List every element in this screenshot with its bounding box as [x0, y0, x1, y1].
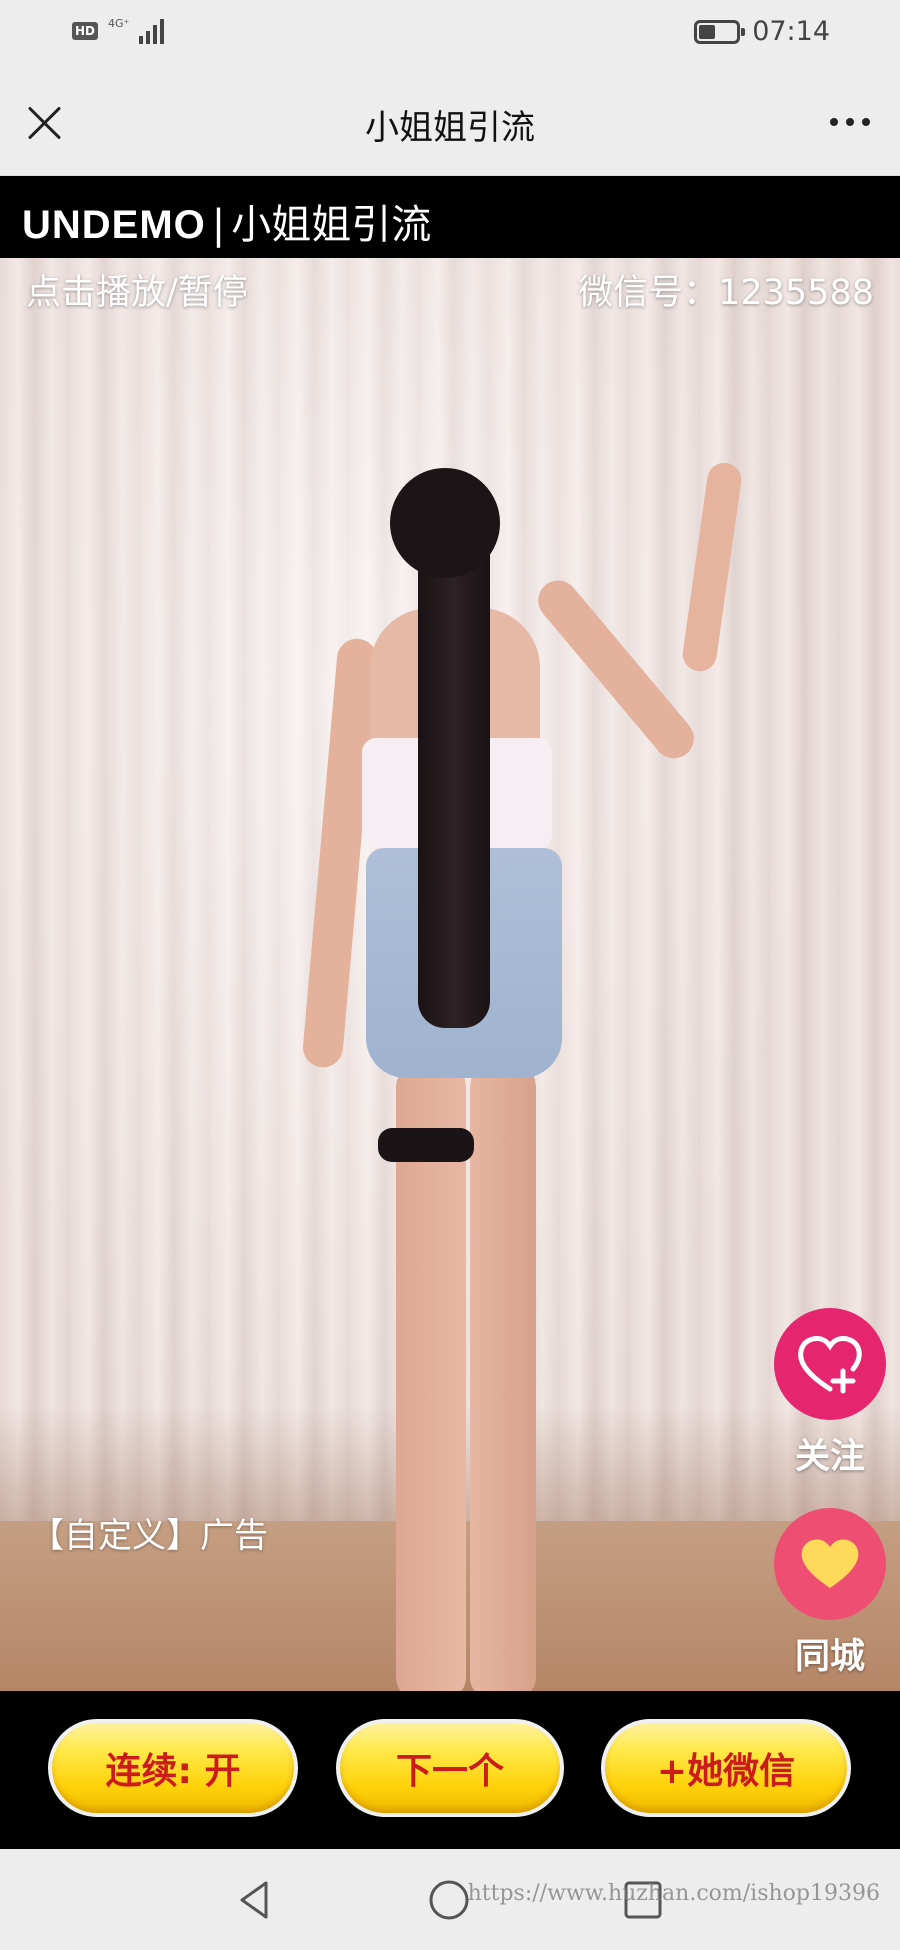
heart-icon — [774, 1508, 886, 1620]
battery-fill — [699, 24, 716, 39]
subject-garter — [378, 1128, 474, 1162]
city-button[interactable]: 同城 — [770, 1508, 890, 1679]
add-wechat-button[interactable]: +她微信 — [601, 1719, 851, 1817]
follow-button[interactable]: 关注 — [770, 1308, 890, 1479]
back-triangle-icon[interactable] — [232, 1877, 278, 1923]
more-icon[interactable] — [830, 118, 870, 126]
city-label: 同城 — [794, 1637, 865, 1677]
follow-label: 关注 — [794, 1437, 865, 1477]
more-dot — [846, 118, 854, 126]
video-player[interactable]: 点击播放/暂停 微信号：1235588 【自定义】广告 关注 同城 — [0, 258, 900, 1691]
custom-ad-label[interactable]: 【自定义】广告 — [30, 1508, 268, 1557]
signal-bar — [139, 36, 144, 44]
signal-bar — [160, 19, 165, 44]
clock: 07:14 — [752, 16, 830, 47]
brand-header: UNDEMO | 小姐姐引流 — [22, 192, 431, 250]
brand-logo: UNDEMO — [22, 203, 206, 247]
status-right: 07:14 — [694, 16, 830, 47]
network-label: 4G⁺ — [108, 16, 130, 30]
system-nav-bar: https://www.huzhan.com/ishop19396 — [0, 1849, 900, 1950]
subject-hair-bun — [390, 468, 500, 578]
heart-plus-icon — [774, 1308, 886, 1420]
autoplay-toggle-button[interactable]: 连续: 开 — [48, 1719, 298, 1817]
subject-leg — [470, 1058, 536, 1691]
battery-icon — [694, 19, 746, 44]
brand-separator: | — [211, 202, 226, 248]
signal-icon — [139, 18, 165, 44]
brand-subtitle: 小姐姐引流 — [231, 202, 432, 248]
nav-bar: 小姐姐引流 — [0, 68, 900, 176]
page-title: 小姐姐引流 — [365, 108, 535, 148]
play-pause-hint[interactable]: 点击播放/暂停 — [26, 264, 248, 315]
hd-badge: HD — [72, 22, 99, 40]
watermark: https://www.huzhan.com/ishop19396 — [467, 1881, 880, 1906]
more-dot — [830, 118, 838, 126]
brand-band: UNDEMO | 小姐姐引流 — [0, 176, 900, 258]
app-screen: HD 4G⁺ 07:14 小姐姐引流 UNDEMO | 小姐姐引流 点击播放/暂… — [0, 0, 900, 1950]
signal-bar — [153, 25, 158, 44]
status-bar: HD 4G⁺ 07:14 — [0, 0, 900, 68]
next-button[interactable]: 下一个 — [336, 1719, 564, 1817]
home-circle-icon[interactable] — [426, 1877, 472, 1923]
wechat-id-label: 微信号：1235588 — [578, 273, 874, 313]
more-dot — [862, 118, 870, 126]
status-left: HD 4G⁺ — [72, 16, 165, 44]
signal-bar — [146, 31, 151, 44]
subject-hair — [418, 508, 490, 1028]
video-subject — [300, 460, 744, 1691]
action-bar: 连续: 开 下一个 +她微信 — [0, 1691, 900, 1849]
